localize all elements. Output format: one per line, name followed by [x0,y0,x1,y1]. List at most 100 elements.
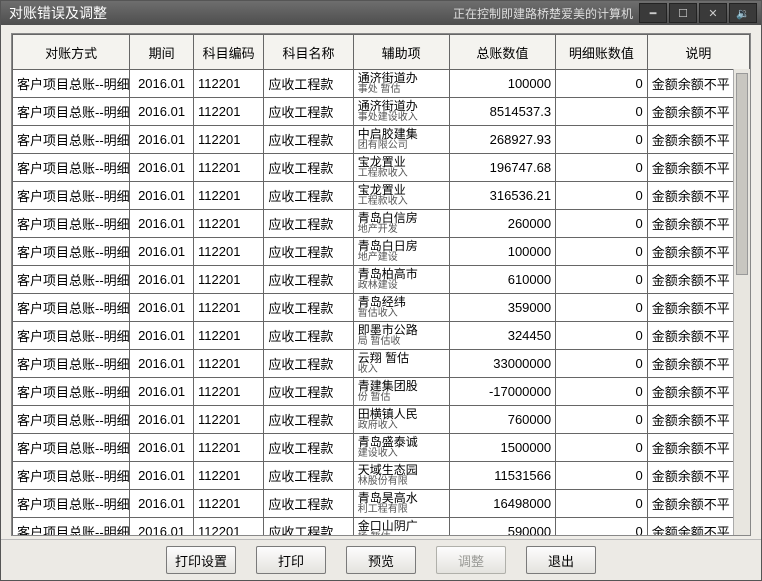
preview-button[interactable]: 预览 [346,546,416,574]
table-row[interactable]: 客户项目总账--明细账2016.01112201应收工程款金口山阴广场 暂估59… [13,518,750,537]
cell-period: 2016.01 [130,490,194,518]
cell-period: 2016.01 [130,378,194,406]
print-setup-button[interactable]: 打印设置 [166,546,236,574]
cell-way: 客户项目总账--明细账 [13,434,130,462]
col-code[interactable]: 科目编码 [194,35,264,70]
table-row[interactable]: 客户项目总账--明细账2016.01112201应收工程款田横镇人民政府收入76… [13,406,750,434]
close-button[interactable]: ✕ [699,3,727,23]
col-period[interactable]: 期间 [130,35,194,70]
cell-aux: 中启胶建集团有限公司 [353,126,449,154]
cell-total: 610000 [449,266,556,294]
cell-name: 应收工程款 [264,238,353,266]
table-row[interactable]: 客户项目总账--明细账2016.01112201应收工程款即墨市公路局 暂估收3… [13,322,750,350]
cell-total: 760000 [449,406,556,434]
cell-detail: 0 [556,182,648,210]
cell-period: 2016.01 [130,322,194,350]
cell-aux: 云翔 暂估收入 [353,350,449,378]
cell-detail: 0 [556,238,648,266]
cell-code: 112201 [194,350,264,378]
vertical-scrollbar[interactable] [733,69,750,535]
cell-detail: 0 [556,126,648,154]
table-row[interactable]: 客户项目总账--明细账2016.01112201应收工程款青岛经纬暂估收入359… [13,294,750,322]
cell-total: 11531566 [449,462,556,490]
cell-period: 2016.01 [130,266,194,294]
col-note[interactable]: 说明 [647,35,749,70]
exit-button[interactable]: 退出 [526,546,596,574]
cell-total: 1500000 [449,434,556,462]
title-bar[interactable]: 对账错误及调整 正在控制即建路桥楚爱美的计算机 ━ ☐ ✕ 🔉 [1,1,761,25]
cell-name: 应收工程款 [264,406,353,434]
cell-way: 客户项目总账--明细账 [13,322,130,350]
cell-way: 客户项目总账--明细账 [13,182,130,210]
table-row[interactable]: 客户项目总账--明细账2016.01112201应收工程款天域生态园林股份有限1… [13,462,750,490]
cell-aux: 青建集团股份 暂估 [353,378,449,406]
cell-way: 客户项目总账--明细账 [13,70,130,98]
col-way[interactable]: 对账方式 [13,35,130,70]
sound-icon[interactable]: 🔉 [729,3,757,23]
cell-total: 260000 [449,210,556,238]
cell-total: 33000000 [449,350,556,378]
cell-code: 112201 [194,266,264,294]
cell-name: 应收工程款 [264,210,353,238]
col-total[interactable]: 总账数值 [449,35,556,70]
data-grid[interactable]: 对账方式 期间 科目编码 科目名称 辅助项 总账数值 明细账数值 说明 客户项目… [11,33,751,536]
print-button[interactable]: 打印 [256,546,326,574]
button-bar: 打印设置 打印 预览 调整 退出 [1,539,761,580]
cell-way: 客户项目总账--明细账 [13,406,130,434]
cell-way: 客户项目总账--明细账 [13,350,130,378]
cell-name: 应收工程款 [264,182,353,210]
recon-table[interactable]: 对账方式 期间 科目编码 科目名称 辅助项 总账数值 明细账数值 说明 客户项目… [12,34,750,536]
scrollbar-thumb[interactable] [736,73,748,275]
cell-aux: 青岛白日房地产建设 [353,238,449,266]
cell-way: 客户项目总账--明细账 [13,378,130,406]
cell-detail: 0 [556,154,648,182]
cell-detail: 0 [556,266,648,294]
header-row[interactable]: 对账方式 期间 科目编码 科目名称 辅助项 总账数值 明细账数值 说明 [13,35,750,70]
table-row[interactable]: 客户项目总账--明细账2016.01112201应收工程款青岛盛泰诚建设收入15… [13,434,750,462]
table-row[interactable]: 客户项目总账--明细账2016.01112201应收工程款通济街道办事处建设收入… [13,98,750,126]
col-detail[interactable]: 明细账数值 [556,35,648,70]
minimize-button[interactable]: ━ [639,3,667,23]
cell-aux: 天域生态园林股份有限 [353,462,449,490]
cell-total: 8514537.3 [449,98,556,126]
table-row[interactable]: 客户项目总账--明细账2016.01112201应收工程款通济街道办事处 暂估1… [13,70,750,98]
table-row[interactable]: 客户项目总账--明细账2016.01112201应收工程款青岛白日房地产建设10… [13,238,750,266]
table-row[interactable]: 客户项目总账--明细账2016.01112201应收工程款青岛柏高市政林建设61… [13,266,750,294]
cell-period: 2016.01 [130,70,194,98]
cell-code: 112201 [194,378,264,406]
table-row[interactable]: 客户项目总账--明细账2016.01112201应收工程款青建集团股份 暂估-1… [13,378,750,406]
cell-way: 客户项目总账--明细账 [13,98,130,126]
maximize-button[interactable]: ☐ [669,3,697,23]
cell-detail: 0 [556,350,648,378]
cell-name: 应收工程款 [264,434,353,462]
cell-total: 16498000 [449,490,556,518]
cell-aux: 宝龙置业工程款收入 [353,154,449,182]
table-row[interactable]: 客户项目总账--明细账2016.01112201应收工程款宝龙置业工程款收入19… [13,154,750,182]
col-name[interactable]: 科目名称 [264,35,353,70]
cell-period: 2016.01 [130,182,194,210]
cell-detail: 0 [556,518,648,537]
cell-code: 112201 [194,238,264,266]
table-row[interactable]: 客户项目总账--明细账2016.01112201应收工程款青岛昊高水利工程有限1… [13,490,750,518]
client-area: 对账方式 期间 科目编码 科目名称 辅助项 总账数值 明细账数值 说明 客户项目… [1,25,761,580]
cell-name: 应收工程款 [264,462,353,490]
table-row[interactable]: 客户项目总账--明细账2016.01112201应收工程款云翔 暂估收入3300… [13,350,750,378]
table-row[interactable]: 客户项目总账--明细账2016.01112201应收工程款青岛白信房地产开发26… [13,210,750,238]
cell-code: 112201 [194,70,264,98]
cell-detail: 0 [556,98,648,126]
cell-period: 2016.01 [130,210,194,238]
cell-code: 112201 [194,182,264,210]
cell-name: 应收工程款 [264,322,353,350]
cell-detail: 0 [556,70,648,98]
cell-detail: 0 [556,406,648,434]
cell-period: 2016.01 [130,434,194,462]
cell-total: -17000000 [449,378,556,406]
cell-aux: 青岛柏高市政林建设 [353,266,449,294]
cell-total: 100000 [449,238,556,266]
cell-period: 2016.01 [130,518,194,537]
cell-name: 应收工程款 [264,98,353,126]
table-row[interactable]: 客户项目总账--明细账2016.01112201应收工程款宝龙置业工程款收入31… [13,182,750,210]
col-aux[interactable]: 辅助项 [353,35,449,70]
table-row[interactable]: 客户项目总账--明细账2016.01112201应收工程款中启胶建集团有限公司2… [13,126,750,154]
cell-detail: 0 [556,490,648,518]
